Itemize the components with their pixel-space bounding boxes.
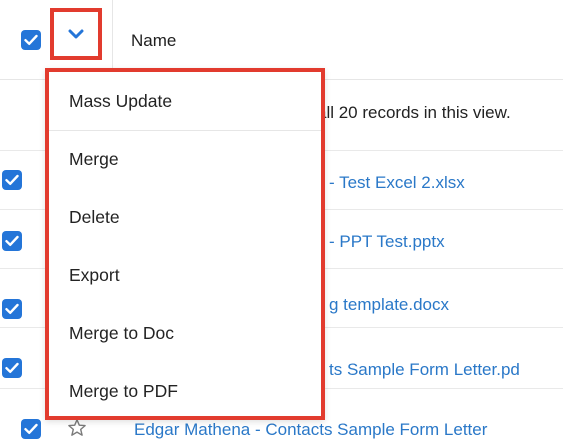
- menu-item-merge-to-pdf[interactable]: Merge to PDF: [49, 362, 321, 420]
- record-link[interactable]: ts Sample Form Letter.pd: [329, 360, 520, 380]
- record-link[interactable]: - Test Excel 2.xlsx: [329, 173, 465, 193]
- record-link[interactable]: Edgar Mathena - Contacts Sample Form Let…: [134, 420, 487, 440]
- row-checkbox[interactable]: [2, 231, 22, 251]
- menu-item-export[interactable]: Export: [49, 246, 321, 304]
- checkmark-icon: [24, 423, 38, 434]
- selection-note: all 20 records in this view.: [317, 103, 511, 122]
- column-header-name[interactable]: Name: [131, 31, 176, 51]
- menu-item-mass-update[interactable]: Mass Update: [49, 72, 321, 130]
- row-checkbox[interactable]: [2, 358, 22, 378]
- checkmark-icon: [5, 174, 19, 185]
- select-all-checkbox[interactable]: [21, 30, 41, 50]
- menu-item-merge[interactable]: Merge: [49, 130, 321, 188]
- star-icon[interactable]: [67, 418, 87, 438]
- checkmark-icon: [24, 34, 38, 45]
- row-checkbox[interactable]: [21, 419, 41, 439]
- record-link[interactable]: - PPT Test.pptx: [329, 232, 445, 252]
- row-checkbox[interactable]: [2, 170, 22, 190]
- checkmark-icon: [5, 303, 19, 314]
- actions-dropdown-toggle[interactable]: [50, 8, 102, 60]
- actions-menu: Mass Update Merge Delete Export Merge to…: [45, 68, 325, 420]
- menu-item-delete[interactable]: Delete: [49, 188, 321, 246]
- record-link[interactable]: g template.docx: [329, 295, 449, 315]
- row-checkbox[interactable]: [2, 299, 22, 319]
- chevron-down-icon: [68, 29, 84, 39]
- checkmark-icon: [5, 235, 19, 246]
- menu-item-merge-to-doc[interactable]: Merge to Doc: [49, 304, 321, 362]
- checkmark-icon: [5, 362, 19, 373]
